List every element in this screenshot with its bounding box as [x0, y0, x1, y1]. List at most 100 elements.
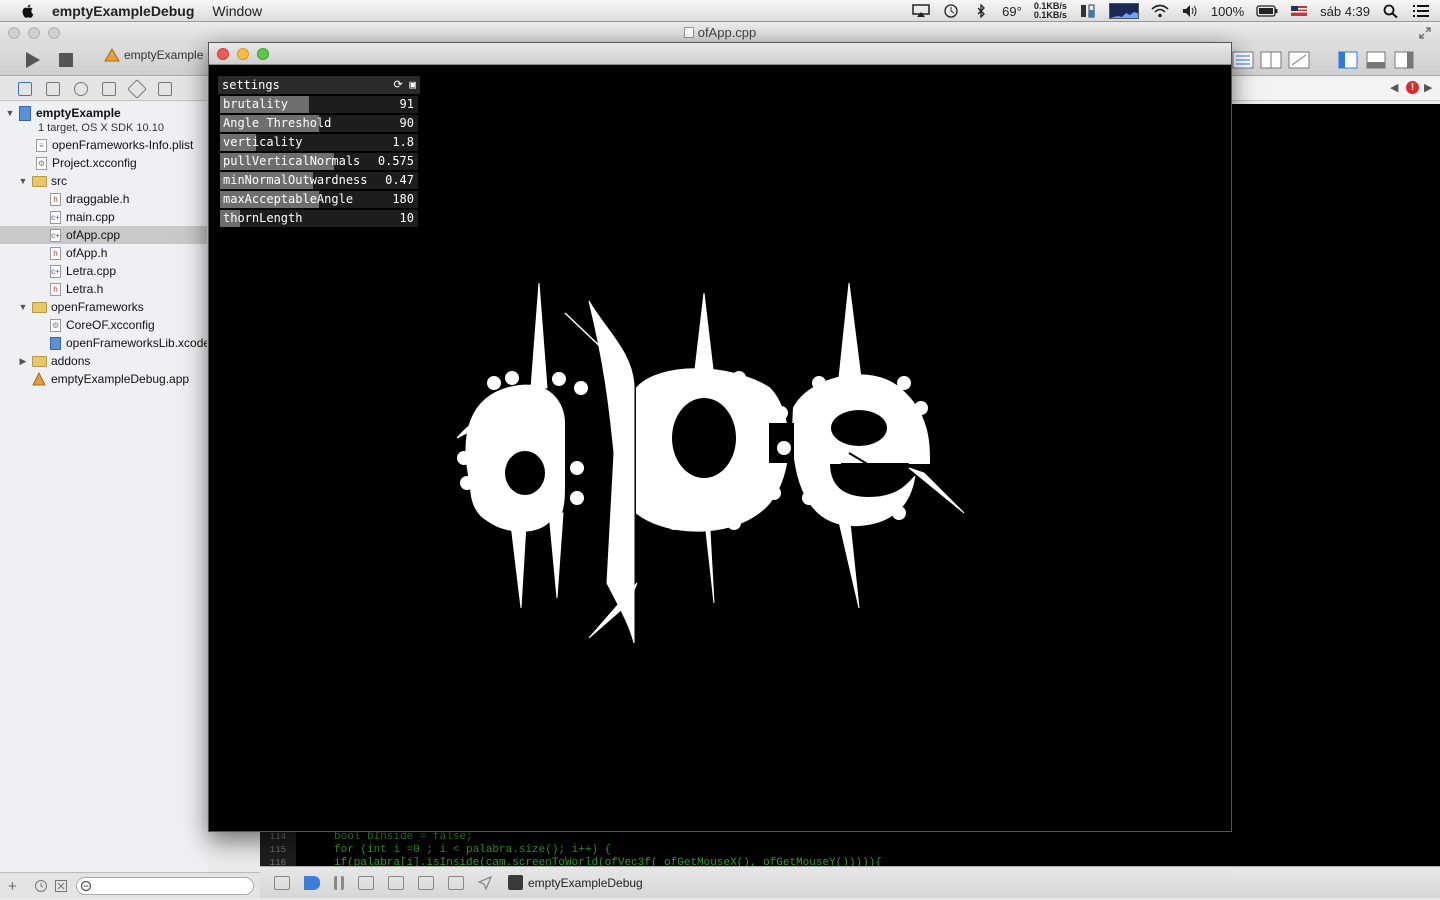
- slider-max-acceptable-angle[interactable]: maxAcceptableAngle 180: [220, 191, 418, 208]
- menu-window[interactable]: Window: [212, 3, 262, 19]
- debug-navigator-icon[interactable]: [158, 81, 172, 96]
- toggle-navigator-icon[interactable]: [1338, 50, 1358, 70]
- scheme-selector[interactable]: emptyExample: [104, 48, 203, 62]
- tree-item-label: openFrameworks-Info.plist: [52, 138, 194, 152]
- plist-file-icon: ≡: [36, 138, 47, 152]
- next-issue-icon[interactable]: ▶: [1424, 81, 1432, 94]
- slider-label: maxAcceptableAngle: [223, 192, 354, 206]
- apple-menu-icon[interactable]: [18, 3, 38, 19]
- tree-project-root[interactable]: ▼ emptyExample 1 target, OS X SDK 10.10: [0, 104, 207, 134]
- input-source-flag-icon[interactable]: [1290, 4, 1308, 18]
- battery-percent[interactable]: 100%: [1211, 4, 1244, 19]
- code-line[interactable]: 115 for (int i =0 ; i < palabra.size(); i…: [260, 844, 1440, 857]
- test-navigator-icon[interactable]: [127, 78, 147, 99]
- bluetooth-icon[interactable]: [972, 4, 990, 18]
- slider-thorn-length[interactable]: thornLength 10: [220, 210, 418, 227]
- save-settings-icon[interactable]: ▣: [409, 78, 416, 91]
- network-speed[interactable]: 0.1KB/s 0.1KB/s: [1034, 2, 1067, 20]
- issue-navigator-icon[interactable]: [102, 81, 116, 96]
- disclosure-triangle-icon[interactable]: ▼: [18, 176, 28, 186]
- reload-settings-icon[interactable]: ⟳: [394, 78, 403, 91]
- code-line[interactable]: 114 bool bInside = false;: [260, 831, 1440, 844]
- settings-gui-panel[interactable]: settings ⟳ ▣ brutality 91 Angle Threshol…: [218, 76, 420, 230]
- slider-brutality[interactable]: brutality 91: [220, 96, 418, 113]
- xcode-zoom-button[interactable]: [48, 27, 60, 39]
- tree-item-label: draggable.h: [66, 192, 130, 206]
- tree-item[interactable]: ⚙ CoreOF.xcconfig: [0, 316, 207, 334]
- tree-item[interactable]: h Letra.h: [0, 280, 207, 298]
- symbol-navigator-icon[interactable]: [46, 81, 60, 96]
- folder-icon: [32, 175, 47, 187]
- location-icon[interactable]: [477, 875, 493, 891]
- menubar-status-area: 69° 0.1KB/s 0.1KB/s 100% sáb 4:39: [912, 0, 1430, 22]
- tree-item[interactable]: emptyExampleDebug.app: [0, 370, 207, 388]
- step-out-icon[interactable]: [418, 875, 434, 890]
- tree-group-openframeworks[interactable]: ▼ openFrameworks: [0, 298, 207, 316]
- time-machine-icon[interactable]: [942, 4, 960, 18]
- step-over-icon[interactable]: [358, 875, 374, 890]
- airplay-icon[interactable]: [912, 4, 930, 18]
- step-into-icon[interactable]: [388, 875, 404, 890]
- menubar-clock[interactable]: sáb 4:39: [1320, 4, 1370, 19]
- disclosure-triangle-icon[interactable]: ▶: [18, 356, 28, 367]
- menu-app-name[interactable]: emptyExampleDebug: [52, 3, 194, 19]
- find-navigator-icon[interactable]: [74, 81, 88, 96]
- view-hierarchy-icon[interactable]: [448, 875, 464, 890]
- pause-icon[interactable]: [334, 875, 344, 890]
- xcode-minimize-button[interactable]: [28, 27, 40, 39]
- slider-angle-threshold[interactable]: Angle Threshold 90: [220, 115, 418, 132]
- stop-button[interactable]: [58, 50, 74, 70]
- hide-debug-area-icon[interactable]: [274, 875, 290, 890]
- tree-item[interactable]: ≡ openFrameworks-Info.plist: [0, 136, 207, 154]
- code-editor-visible-lines[interactable]: 114 bool bInside = false; 115 for (int i =…: [260, 830, 1440, 866]
- tree-group-addons[interactable]: ▶ addons: [0, 352, 207, 370]
- recent-files-icon[interactable]: [34, 879, 48, 893]
- tree-item-selected[interactable]: c+ ofApp.cpp: [0, 226, 207, 244]
- tree-group-src[interactable]: ▼ src: [0, 172, 207, 190]
- debug-process-label: emptyExampleDebug: [528, 875, 643, 890]
- disclosure-triangle-icon[interactable]: ▼: [5, 108, 15, 118]
- gui-header[interactable]: settings ⟳ ▣: [218, 76, 420, 94]
- tree-item[interactable]: h ofApp.h: [0, 244, 207, 262]
- source-editor[interactable]: [1232, 104, 1440, 874]
- disclosure-triangle-icon[interactable]: ▼: [18, 302, 28, 312]
- code-line[interactable]: 116 if(palabra[i].isInside(cam.screenToWo…: [260, 857, 1440, 866]
- wifi-icon[interactable]: [1151, 4, 1169, 18]
- volume-icon[interactable]: [1181, 4, 1199, 18]
- memory-meter-icon[interactable]: [1079, 4, 1097, 18]
- xcodeproj-icon: [19, 106, 31, 121]
- slider-pull-vertical-normals[interactable]: pullVerticalNormals 0.575: [220, 153, 418, 170]
- tree-item[interactable]: h draggable.h: [0, 190, 207, 208]
- openframeworks-app-window[interactable]: settings ⟳ ▣ brutality 91 Angle Threshol…: [208, 42, 1232, 832]
- cpu-graph-icon[interactable]: [1108, 3, 1139, 19]
- debug-process-selector[interactable]: emptyExampleDebug: [508, 875, 643, 890]
- tree-item-label: openFrameworksLib.xcodeproj: [66, 336, 207, 350]
- previous-issue-icon[interactable]: ◀: [1390, 81, 1398, 94]
- slider-min-normal-outwardness[interactable]: minNormalOutwardness 0.47: [220, 172, 418, 189]
- battery-icon[interactable]: [1256, 4, 1278, 18]
- layout-assistant-editor-icon[interactable]: [1260, 50, 1282, 70]
- toggle-debug-area-icon[interactable]: [1366, 50, 1386, 70]
- slider-verticality[interactable]: verticality 1.8: [220, 134, 418, 151]
- run-button[interactable]: [22, 50, 42, 70]
- error-badge-icon[interactable]: !: [1406, 81, 1419, 94]
- source-control-filter-icon[interactable]: [54, 879, 68, 893]
- tree-item[interactable]: openFrameworksLib.xcodeproj: [0, 334, 207, 352]
- toggle-utilities-icon[interactable]: [1394, 50, 1414, 70]
- tree-item-label: emptyExampleDebug.app: [51, 372, 190, 386]
- breakpoints-toggle-icon[interactable]: [304, 875, 320, 890]
- layout-version-editor-icon[interactable]: [1288, 50, 1310, 70]
- tree-item[interactable]: c+ main.cpp: [0, 208, 207, 226]
- slider-value: 91: [399, 97, 414, 111]
- project-navigator-icon[interactable]: [18, 81, 32, 96]
- add-file-icon[interactable]: +: [8, 878, 17, 895]
- navigator-filter-input[interactable]: [76, 877, 254, 895]
- xcode-close-button[interactable]: [8, 27, 20, 39]
- spotlight-search-icon[interactable]: [1382, 4, 1400, 18]
- notification-center-icon[interactable]: [1412, 4, 1430, 18]
- temperature-readout[interactable]: 69°: [1002, 4, 1022, 19]
- layout-standard-editor-icon[interactable]: [1232, 50, 1254, 70]
- tree-item[interactable]: c+ Letra.cpp: [0, 262, 207, 280]
- tree-item[interactable]: ⚙ Project.xcconfig: [0, 154, 207, 172]
- fullscreen-icon[interactable]: [1418, 26, 1432, 40]
